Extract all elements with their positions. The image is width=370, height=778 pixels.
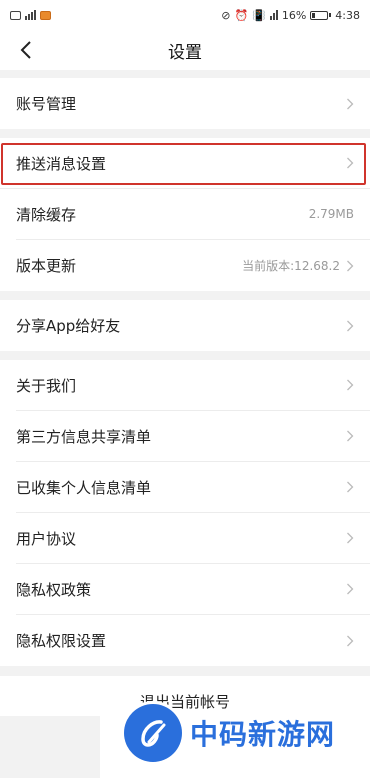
- chevron-right-icon: [347, 320, 354, 331]
- row-label: 账号管理: [16, 95, 77, 113]
- settings-row-third-party-sharing[interactable]: 第三方信息共享清单: [16, 411, 370, 462]
- settings-row-clear-cache[interactable]: 清除缓存 2.79MB: [16, 189, 370, 240]
- nav-bar: 设置: [0, 30, 370, 70]
- clock: 4:38: [335, 8, 360, 22]
- row-label: 第三方信息共享清单: [16, 427, 152, 446]
- chevron-right-icon: [347, 157, 354, 169]
- nfc-icon: ⊘: [221, 8, 231, 22]
- signal-icon: [25, 10, 36, 20]
- settings-group-about: 关于我们 第三方信息共享清单 已收集个人信息清单 用户协议 隐私权政策 隐私权限…: [0, 360, 370, 666]
- battery-icon: [310, 10, 332, 20]
- row-right: [346, 430, 354, 442]
- chevron-right-icon: [347, 379, 354, 391]
- settings-row-account-management[interactable]: 账号管理: [16, 78, 370, 129]
- row-label: 清除缓存: [16, 205, 77, 224]
- settings-row-about-us[interactable]: 关于我们: [16, 360, 370, 411]
- status-bar: ⊘ ⏰ 📳 16% 4:38: [0, 0, 370, 30]
- chevron-right-icon: [347, 583, 354, 595]
- row-label: 分享App给好友: [16, 317, 121, 335]
- cache-size: 2.79MB: [308, 207, 354, 221]
- row-label: 用户协议: [16, 529, 77, 548]
- row-right: [346, 157, 354, 169]
- bottom-left-panel: [0, 716, 100, 778]
- settings-row-push-notifications[interactable]: 推送消息设置: [0, 138, 370, 189]
- watermark-text: 中码新游网: [190, 718, 336, 751]
- status-left-icons: [10, 10, 51, 20]
- row-label: 推送消息设置: [16, 154, 107, 173]
- page-title: 设置: [168, 42, 202, 63]
- row-label: 隐私权限设置: [16, 632, 107, 650]
- settings-group-share: 分享App给好友: [0, 300, 370, 351]
- chevron-right-icon: [347, 260, 354, 271]
- chevron-right-icon: [347, 532, 354, 544]
- battery-percent: 16%: [281, 8, 307, 22]
- notification-icon: [10, 10, 21, 20]
- alarm-icon: ⏰: [234, 8, 249, 22]
- row-right: [346, 379, 354, 391]
- chevron-right-icon: [347, 98, 354, 109]
- current-version: 当前版本:12.68.2: [242, 259, 340, 273]
- settings-row-privacy-permissions[interactable]: 隐私权限设置: [16, 615, 370, 666]
- row-right: 当前版本:12.68.2: [242, 257, 354, 274]
- watermark-logo-icon: [124, 704, 182, 762]
- row-label: 已收集个人信息清单: [16, 478, 152, 497]
- settings-row-user-agreement[interactable]: 用户协议: [16, 513, 370, 564]
- row-right: [346, 583, 354, 595]
- row-label: 版本更新: [16, 257, 77, 275]
- settings-row-privacy-policy[interactable]: 隐私权政策: [16, 564, 370, 615]
- row-label: 关于我们: [16, 376, 77, 395]
- row-right: [346, 320, 354, 332]
- row-right: [346, 98, 354, 110]
- row-right: [346, 532, 354, 544]
- chevron-right-icon: [347, 481, 354, 493]
- row-right: [346, 481, 354, 493]
- chevron-right-icon: [347, 430, 354, 442]
- watermark: 中码新游网: [124, 704, 335, 762]
- settings-group-app: 推送消息设置 清除缓存 2.79MB 版本更新 当前版本:12.68.2: [0, 138, 370, 291]
- settings-group-account: 账号管理: [0, 78, 370, 129]
- back-arrow-icon[interactable]: [14, 38, 38, 62]
- status-right-icons: ⊘ ⏰ 📳 16% 4:38: [221, 9, 360, 22]
- row-right: 2.79MB: [309, 207, 354, 221]
- cell-signal-icon: [269, 10, 278, 20]
- settings-row-share-app[interactable]: 分享App给好友: [16, 300, 370, 351]
- settings-row-collected-info[interactable]: 已收集个人信息清单: [16, 462, 370, 513]
- vibrate-icon: 📳: [252, 8, 266, 22]
- chevron-right-icon: [347, 635, 354, 646]
- settings-row-version-update[interactable]: 版本更新 当前版本:12.68.2: [16, 240, 370, 291]
- row-right: [346, 635, 354, 647]
- row-label: 隐私权政策: [16, 580, 92, 599]
- app-notification-icon: [40, 10, 51, 20]
